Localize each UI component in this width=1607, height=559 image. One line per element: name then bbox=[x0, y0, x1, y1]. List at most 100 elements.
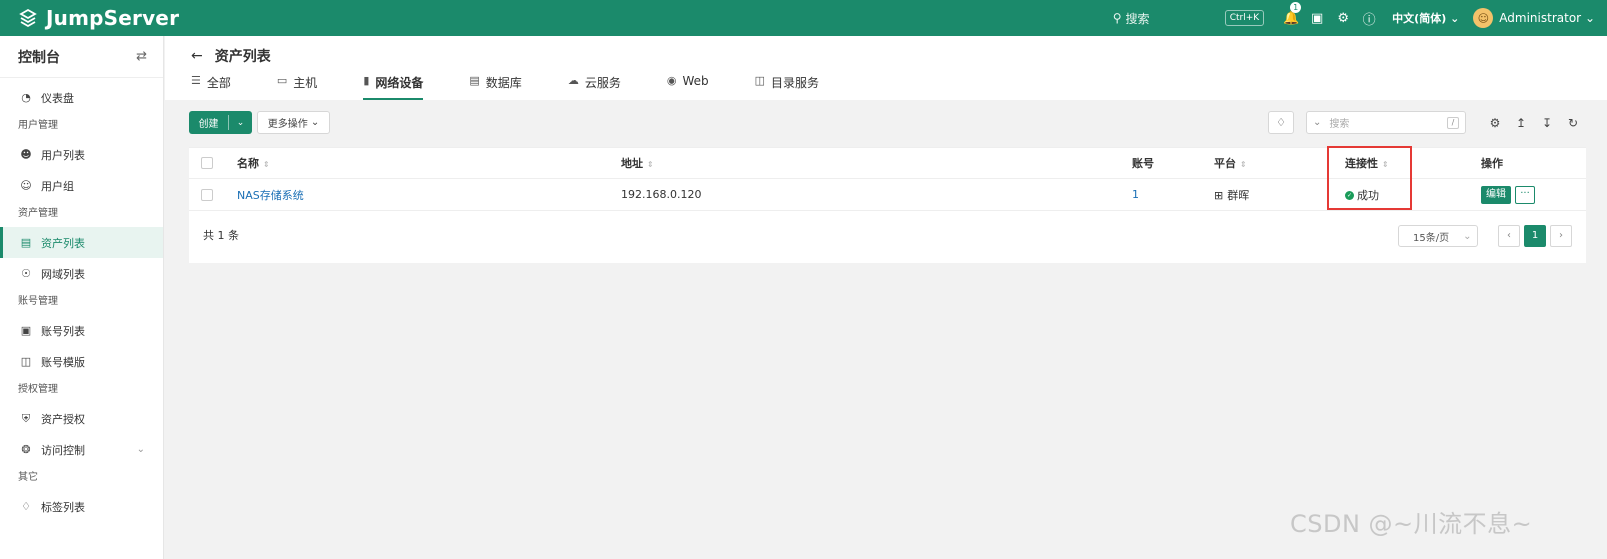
column-settings-icon[interactable]: ⚙ bbox=[1482, 116, 1508, 130]
web-terminal-icon[interactable]: ▣ bbox=[1304, 11, 1330, 26]
sidebar-item-label: 访问控制 bbox=[41, 443, 85, 457]
sidebar-item-label: 账号列表 bbox=[41, 324, 85, 338]
synology-icon: ⊞ bbox=[1214, 188, 1224, 202]
user-name: Administrator bbox=[1499, 11, 1582, 25]
sidebar-item-user-group[interactable]: ☺ 用户组 bbox=[0, 170, 163, 201]
next-page-button[interactable]: › bbox=[1550, 225, 1572, 247]
row-checkbox[interactable] bbox=[201, 188, 213, 201]
sidebar-item-label: 账号模版 bbox=[41, 355, 85, 369]
column-header-name[interactable]: 名称 ⇕ bbox=[237, 155, 270, 171]
sidebar-group-account-mgmt: 账号管理 bbox=[18, 296, 58, 307]
chevron-down-icon: ⌄ bbox=[1450, 12, 1460, 25]
page-size-select[interactable]: 15条/页 ⌄ bbox=[1398, 225, 1478, 247]
sidebar-item-zone-list[interactable]: ☉ 网域列表 bbox=[0, 258, 163, 289]
sort-icon[interactable]: ⇕ bbox=[1240, 160, 1247, 169]
globe-icon: ◉ bbox=[666, 74, 677, 87]
create-button[interactable]: 创建 ⌄ bbox=[189, 111, 252, 134]
sidebar-item-asset-list[interactable]: ▤ 资产列表 bbox=[0, 227, 163, 258]
column-header-platform[interactable]: 平台 ⇕ bbox=[1214, 155, 1247, 171]
sidebar-item-label: 网域列表 bbox=[41, 267, 85, 281]
sort-icon[interactable]: ⇕ bbox=[647, 160, 654, 169]
create-button-label: 创建 bbox=[189, 115, 229, 130]
more-row-actions-button[interactable]: ··· bbox=[1515, 185, 1535, 204]
switch-view-icon[interactable]: ⇄ bbox=[136, 49, 147, 64]
category-tabs: ☰ 全部 ▭ 主机 ▮ 网络设备 ▤ 数据库 ☁ 云服务 ◉ Web ◫ 目录服务 bbox=[191, 74, 865, 100]
sidebar-header: 控制台 ⇄ bbox=[0, 36, 163, 78]
edit-button[interactable]: 编辑 bbox=[1481, 185, 1511, 204]
user-group-icon: ☺ bbox=[20, 179, 32, 192]
tab-label: 主机 bbox=[293, 76, 318, 90]
sidebar-item-asset-permission[interactable]: ⛨ 资产授权 bbox=[0, 403, 163, 434]
tab-label: 云服务 bbox=[584, 76, 621, 90]
tab-label: 全部 bbox=[206, 76, 231, 90]
asset-address: 192.168.0.120 bbox=[621, 188, 702, 201]
sidebar-title: 控制台 bbox=[18, 49, 60, 66]
tab-database[interactable]: ▤ 数据库 bbox=[469, 74, 521, 100]
tab-web[interactable]: ◉ Web bbox=[667, 74, 709, 100]
sidebar-item-user-list[interactable]: ☻ 用户列表 bbox=[0, 139, 163, 170]
sidebar-item-account-template[interactable]: ◫ 账号模版 bbox=[0, 346, 163, 377]
user-menu[interactable]: Administrator ⌄ bbox=[1499, 11, 1595, 25]
csdn-watermark: CSDN @~川流不息~ bbox=[1290, 510, 1533, 538]
shield-icon: ⛨ bbox=[21, 411, 31, 425]
refresh-icon[interactable]: ↻ bbox=[1560, 116, 1586, 130]
brand-logo[interactable]: JumpServer bbox=[18, 6, 179, 30]
tab-cloud[interactable]: ☁ 云服务 bbox=[568, 74, 621, 100]
column-header-accounts: 账号 bbox=[1132, 157, 1154, 170]
chevron-down-icon: ⌄ bbox=[1584, 11, 1595, 25]
column-header-address[interactable]: 地址 ⇕ bbox=[621, 155, 654, 171]
sidebar-item-label: 仪表盘 bbox=[41, 91, 74, 105]
network-device-icon: ▮ bbox=[363, 74, 370, 87]
table-footer: 共 1 条 15条/页 ⌄ ‹ 1 › bbox=[189, 211, 1586, 263]
sidebar-group-user-mgmt: 用户管理 bbox=[18, 120, 58, 131]
sort-icon[interactable]: ⇕ bbox=[263, 160, 270, 169]
template-icon: ◫ bbox=[20, 355, 32, 368]
page-header: ← 资产列表 ☰ 全部 ▭ 主机 ▮ 网络设备 ▤ 数据库 ☁ 云服务 ◉ Web ◫ 目录服… bbox=[165, 36, 1607, 100]
chevron-down-icon: ⌄ bbox=[1313, 117, 1322, 128]
tag-filter-button[interactable]: ♢ bbox=[1268, 111, 1294, 134]
chevron-down-icon: ⌄ bbox=[136, 444, 145, 455]
language-switcher[interactable]: 中文(简体) ⌄ bbox=[1392, 10, 1459, 26]
tab-directory-service[interactable]: ◫ 目录服务 bbox=[755, 74, 819, 100]
brand-name: JumpServer bbox=[46, 6, 180, 30]
table-search-placeholder: 搜索 bbox=[1329, 119, 1350, 130]
host-icon: ▭ bbox=[276, 74, 288, 87]
column-header-actions: 操作 bbox=[1481, 157, 1503, 170]
asset-account-count[interactable]: 1 bbox=[1132, 188, 1139, 201]
more-actions-button[interactable]: 更多操作 ⌄ bbox=[257, 111, 330, 134]
upload-icon[interactable]: ↥ bbox=[1508, 116, 1534, 130]
chevron-down-icon[interactable]: ⌄ bbox=[229, 118, 252, 128]
tab-all[interactable]: ☰ 全部 bbox=[191, 74, 231, 100]
select-all-checkbox[interactable] bbox=[201, 157, 213, 169]
sidebar-item-dashboard[interactable]: ◔ 仪表盘 bbox=[0, 82, 163, 113]
table-search-input[interactable]: ⌄ 搜索 / bbox=[1306, 111, 1466, 134]
help-icon[interactable]: ⓘ bbox=[1356, 9, 1382, 28]
prev-page-button[interactable]: ‹ bbox=[1498, 225, 1520, 247]
column-header-label: 平台 bbox=[1214, 157, 1236, 170]
tab-host[interactable]: ▭ 主机 bbox=[277, 74, 317, 100]
language-label: 中文(简体) bbox=[1392, 12, 1447, 25]
page-number-button[interactable]: 1 bbox=[1524, 225, 1546, 247]
asset-name-link[interactable]: NAS存储系统 bbox=[237, 187, 304, 203]
directory-icon: ◫ bbox=[754, 74, 766, 87]
column-header-label: 名称 bbox=[237, 157, 259, 170]
asset-platform: ⊞ 群晖 bbox=[1214, 187, 1249, 203]
settings-gear-icon[interactable]: ⚙ bbox=[1330, 11, 1356, 26]
global-search[interactable]: ⚲ 搜索 bbox=[1105, 5, 1225, 31]
download-icon[interactable]: ↧ bbox=[1534, 116, 1560, 130]
main-content: ← 资产列表 ☰ 全部 ▭ 主机 ▮ 网络设备 ▤ 数据库 ☁ 云服务 ◉ Web ◫ 目录服… bbox=[165, 36, 1607, 559]
notification-bell-icon[interactable]: 🔔 1 bbox=[1278, 1, 1304, 26]
sidebar-item-account-list[interactable]: ▣ 账号列表 bbox=[0, 315, 163, 346]
sidebar-item-label-list[interactable]: ♢ 标签列表 bbox=[0, 491, 163, 522]
access-control-icon: ❂ bbox=[21, 443, 31, 456]
user-avatar[interactable]: ☺ bbox=[1473, 8, 1494, 28]
page-size-label: 15条/页 bbox=[1413, 232, 1450, 244]
sidebar-item-label: 用户组 bbox=[41, 179, 74, 193]
search-shortcut-hint: / bbox=[1447, 117, 1459, 129]
sidebar-group-asset-mgmt: 资产管理 bbox=[18, 208, 58, 219]
notification-badge: 1 bbox=[1290, 1, 1302, 13]
tab-network-device[interactable]: ▮ 网络设备 bbox=[363, 74, 424, 100]
sidebar-item-access-control[interactable]: ❂ 访问控制 ⌄ bbox=[0, 434, 163, 465]
chevron-down-icon: ⌄ bbox=[1463, 230, 1472, 242]
back-arrow-icon[interactable]: ← bbox=[191, 48, 203, 64]
